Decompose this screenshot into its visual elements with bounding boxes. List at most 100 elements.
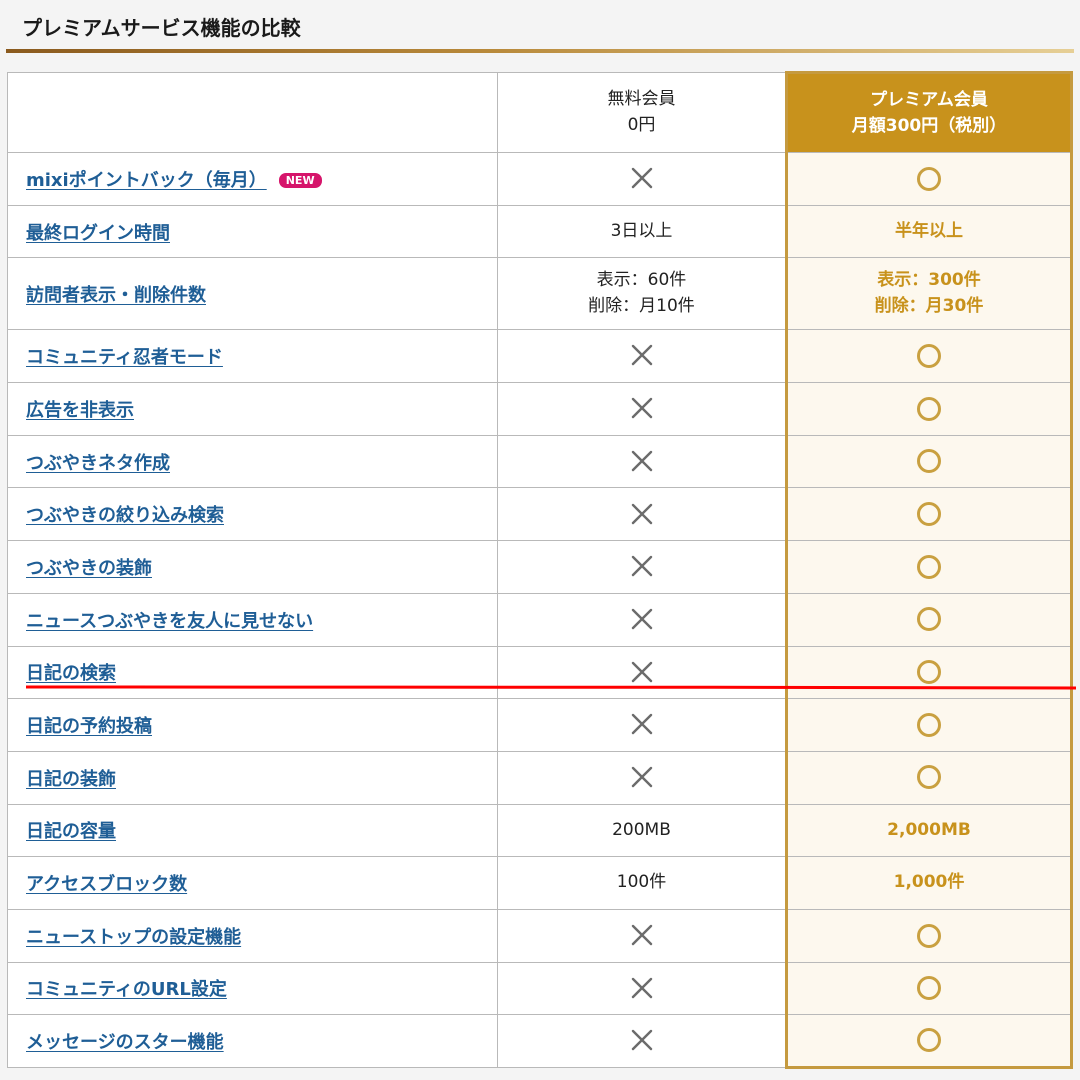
premium-value-cell	[785, 961, 1073, 1016]
table-row: ニュースつぶやきを友人に見せない	[7, 592, 1073, 647]
feature-cell: コミュニティ忍者モード	[7, 329, 498, 384]
page-title: プレミアムサービス機能の比較	[22, 16, 301, 40]
table-row: 日記の装飾	[7, 750, 1073, 805]
free-value-cell: 200MB	[497, 803, 787, 858]
table-row: コミュニティのURL設定	[7, 961, 1073, 1016]
feature-cell: つぶやきネタ作成	[7, 434, 498, 489]
table-row: mixiポイントバック（毎月） NEW	[7, 152, 1073, 206]
premium-value-cell	[785, 908, 1073, 963]
premium-value-cell	[785, 592, 1073, 647]
cross-icon	[631, 714, 652, 735]
table-row: 日記の検索	[7, 645, 1073, 700]
circle-icon	[917, 660, 941, 685]
premium-value: 2,000MB	[887, 819, 971, 840]
circle-icon	[917, 449, 941, 474]
circle-icon	[917, 396, 941, 421]
circle-icon	[917, 923, 941, 948]
cross-icon	[631, 661, 652, 682]
page-header: プレミアムサービス機能の比較	[0, 0, 1080, 53]
feature-cell: つぶやきの絞り込み検索	[7, 487, 498, 542]
table-row: コミュニティ忍者モード	[7, 329, 1073, 384]
feature-cell: ニュースつぶやきを友人に見せない	[7, 592, 498, 647]
feature-link[interactable]: 日記の予約投稿	[26, 716, 152, 737]
feature-link[interactable]: mixiポイントバック（毎月）	[26, 170, 267, 191]
feature-cell: メッセージのスター機能	[7, 1014, 498, 1068]
feature-cell: アクセスブロック数	[7, 856, 498, 910]
feature-link[interactable]: アクセスブロック数	[26, 874, 187, 895]
premium-value-cell	[785, 329, 1073, 384]
cross-icon	[631, 503, 652, 524]
free-plan-price: 0円	[627, 114, 656, 135]
free-value-cell	[497, 152, 787, 206]
comparison-table: 無料会員 0円 プレミアム会員 月額300円（税別） mixiポイントバック（毎…	[7, 71, 1073, 1069]
premium-value-cell	[785, 645, 1073, 700]
free-value-cell: 100件	[497, 856, 787, 910]
circle-icon	[917, 712, 941, 737]
premium-value-cell	[785, 540, 1073, 594]
premium-value-cell	[785, 750, 1073, 805]
free-plan-name: 無料会員	[607, 89, 676, 109]
table-row: 広告を非表示	[7, 382, 1073, 436]
circle-icon	[917, 765, 941, 790]
cross-icon	[631, 397, 652, 419]
free-value-cell	[497, 1014, 787, 1068]
premium-value: 表示：300件	[877, 270, 981, 291]
circle-icon	[917, 343, 941, 368]
free-value-cell	[497, 487, 787, 542]
feature-link[interactable]: 広告を非表示	[26, 400, 134, 421]
feature-cell: 日記の装飾	[7, 750, 498, 805]
premium-value-cell: 半年以上	[785, 204, 1073, 259]
feature-link[interactable]: コミュニティのURL設定	[26, 979, 227, 1000]
free-value-cell	[497, 698, 787, 752]
premium-value-cell: 表示：300件 削除：月30件	[785, 257, 1073, 331]
feature-link[interactable]: 最終ログイン時間	[26, 223, 170, 244]
free-value-2: 削除：月10件	[588, 295, 695, 316]
feature-link[interactable]: メッセージのスター機能	[26, 1032, 224, 1053]
free-value-cell	[497, 329, 787, 384]
premium-value-cell	[785, 698, 1073, 752]
feature-link[interactable]: つぶやきネタ作成	[26, 453, 170, 474]
feature-cell: 広告を非表示	[7, 382, 498, 436]
free-value-cell	[497, 750, 787, 805]
feature-link[interactable]: 日記の検索	[26, 663, 116, 684]
feature-link[interactable]: 訪問者表示・削除件数	[26, 285, 206, 306]
cross-icon	[631, 766, 652, 788]
table-row: 日記の予約投稿	[7, 698, 1073, 752]
feature-cell: 最終ログイン時間	[7, 204, 498, 259]
feature-cell: 日記の予約投稿	[7, 698, 498, 752]
feature-link[interactable]: 日記の容量	[26, 821, 116, 842]
premium-value-cell	[785, 434, 1073, 489]
circle-icon	[917, 976, 941, 1001]
free-value-cell: 3日以上	[497, 204, 787, 259]
feature-cell: mixiポイントバック（毎月） NEW	[7, 152, 498, 206]
feature-link[interactable]: コミュニティ忍者モード	[26, 347, 223, 368]
cross-icon	[631, 167, 652, 189]
circle-icon	[917, 166, 941, 191]
table-row: つぶやきの絞り込み検索	[7, 487, 1073, 542]
cross-icon	[631, 608, 652, 630]
free-value-cell	[497, 961, 787, 1016]
premium-value-cell	[785, 487, 1073, 542]
table-header-row: 無料会員 0円 プレミアム会員 月額300円（税別）	[7, 71, 1073, 153]
feature-link[interactable]: ニューストップの設定機能	[26, 927, 241, 948]
table-row: つぶやきネタ作成	[7, 434, 1073, 489]
feature-link[interactable]: 日記の装飾	[26, 769, 116, 790]
header-empty-cell	[7, 72, 498, 153]
cross-icon	[631, 1030, 652, 1051]
feature-link[interactable]: つぶやきの絞り込み検索	[26, 505, 224, 526]
premium-plan-price: 月額300円（税別）	[851, 116, 1007, 136]
free-value-cell	[497, 592, 787, 647]
feature-cell: ニューストップの設定機能	[7, 908, 498, 963]
table-row: ニューストップの設定機能	[7, 908, 1073, 963]
feature-cell: 訪問者表示・削除件数	[7, 257, 498, 331]
new-badge: NEW	[278, 172, 322, 188]
free-value-cell	[497, 434, 787, 489]
feature-link[interactable]: ニュースつぶやきを友人に見せない	[26, 611, 313, 632]
cross-icon	[631, 924, 652, 946]
feature-cell: 日記の容量	[7, 803, 498, 858]
table-row: 最終ログイン時間 3日以上 半年以上	[7, 204, 1073, 259]
feature-link[interactable]: つぶやきの装飾	[26, 558, 152, 579]
table-row: 訪問者表示・削除件数 表示：60件 削除：月10件 表示：300件 削除：月30件	[7, 257, 1073, 331]
title-underline	[6, 49, 1074, 53]
feature-cell: 日記の検索	[7, 645, 498, 700]
